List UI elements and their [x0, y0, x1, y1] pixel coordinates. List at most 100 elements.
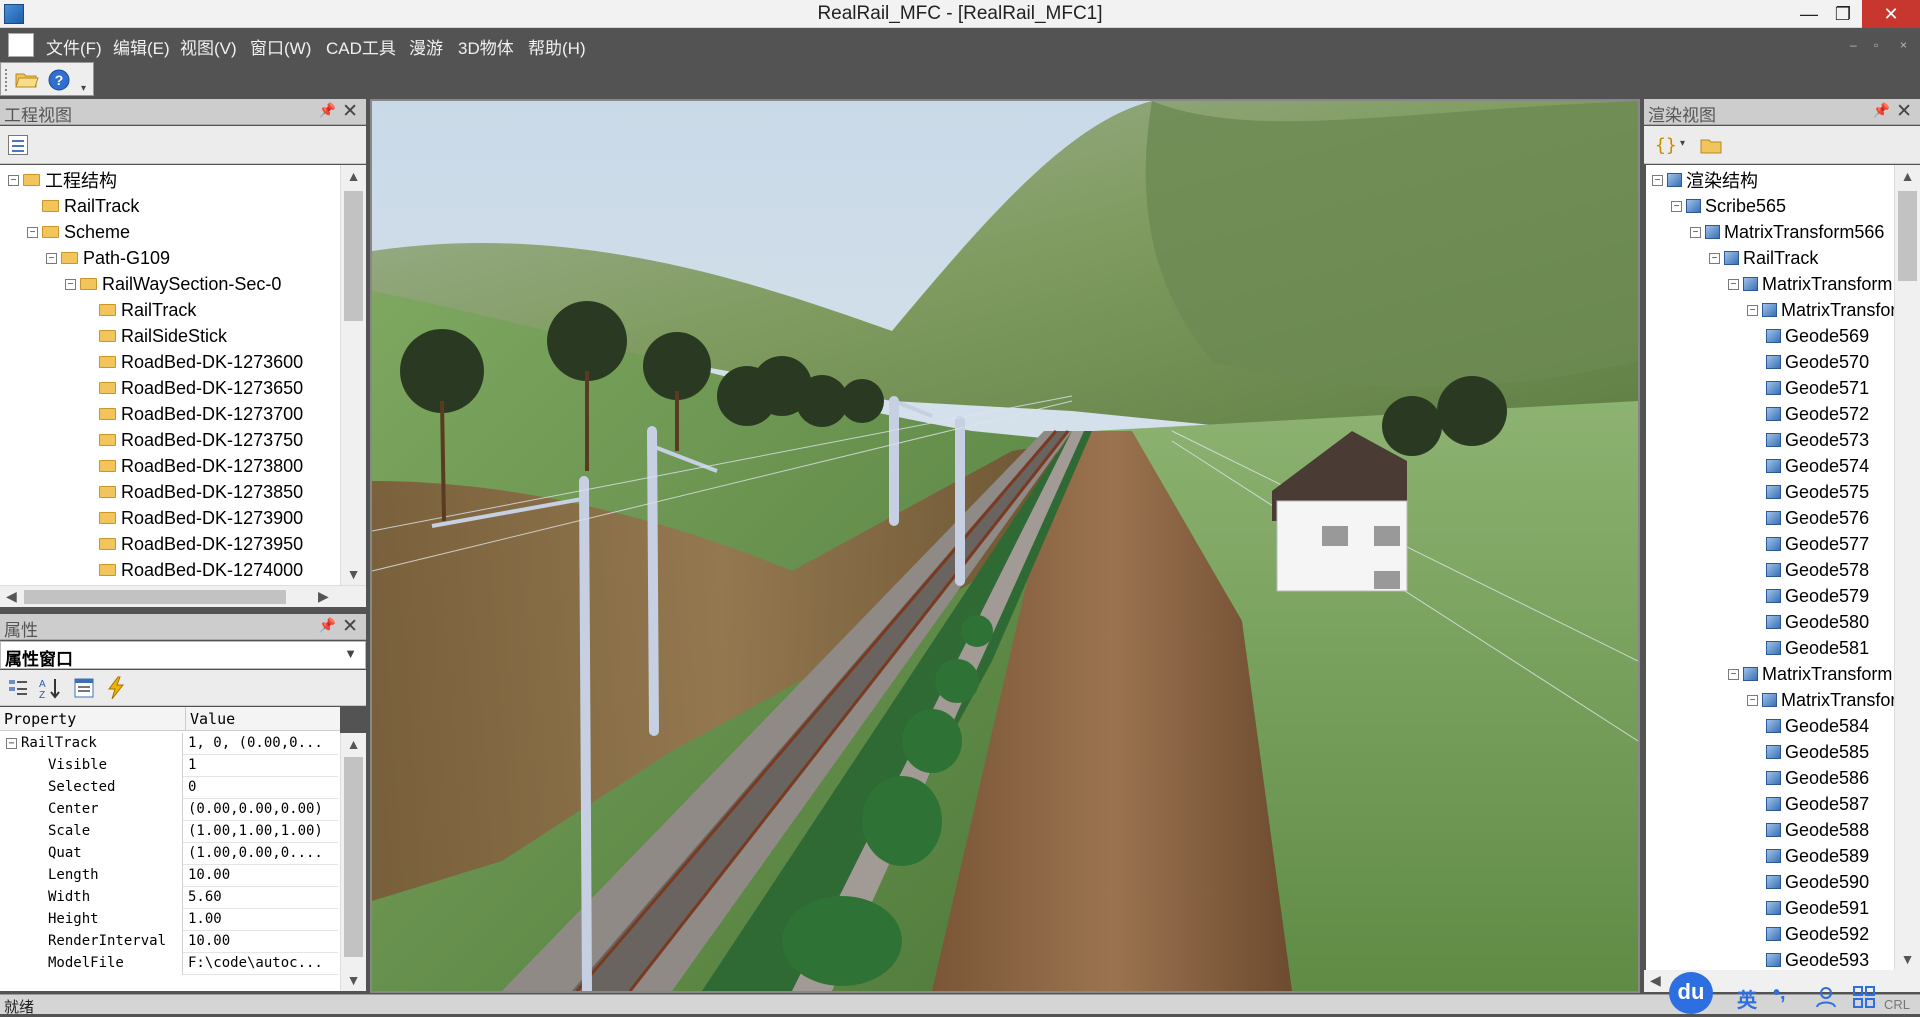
new-folder-icon[interactable] [1700, 136, 1724, 155]
render-tree-node[interactable]: − MatrixTransform [1728, 271, 1892, 297]
render-tree[interactable]: − 渲染结构 − Scribe565− MatrixTransform566− RailT… [1646, 165, 1894, 970]
pin-icon[interactable]: 📌 [1873, 102, 1890, 119]
column-divider[interactable] [185, 707, 186, 731]
collapse-icon[interactable]: − [6, 737, 17, 749]
toolbar-overflow-icon[interactable]: ▾ [81, 83, 86, 94]
scroll-up-icon[interactable]: ▲ [341, 168, 366, 184]
scroll-down-icon[interactable]: ▼ [341, 566, 366, 582]
render-tree-node[interactable]: Geode590 [1766, 869, 1869, 895]
chevron-down-icon[interactable]: ▾ [1680, 138, 1685, 149]
scroll-thumb[interactable] [1898, 191, 1917, 281]
tree-node[interactable]: RailTrack [84, 297, 196, 323]
project-tree[interactable]: − 工程结构 RailTrack − Scheme − Path-G109− RailWayS… [0, 165, 340, 585]
render-tree-node[interactable]: Geode585 [1766, 739, 1869, 765]
collapse-icon[interactable]: − [1728, 668, 1739, 680]
3d-viewport[interactable] [370, 99, 1640, 993]
property-grid[interactable]: Property Value − RailTrack 1, 0, (0.00,0.… [0, 707, 340, 991]
close-panel-icon[interactable]: ✕ [1896, 100, 1912, 123]
property-value[interactable]: 1 [185, 755, 338, 777]
render-tree-node[interactable]: − 渲染结构 [1652, 167, 1758, 193]
tree-node[interactable]: RoadBed-DK-1273850 [84, 479, 303, 505]
tree-node[interactable]: − Path-G109 [46, 245, 170, 271]
property-value[interactable]: F:\code\autoc... [185, 953, 338, 975]
menu-roam[interactable]: 漫游 [409, 34, 443, 59]
close-panel-icon[interactable]: ✕ [342, 615, 358, 638]
scroll-up-icon[interactable]: ▲ [341, 736, 366, 752]
property-row[interactable]: Length 10.00 [0, 865, 338, 887]
property-value[interactable]: 1.00 [185, 909, 338, 931]
tree-node[interactable]: − RailWaySection-Sec-0 [65, 271, 281, 297]
user-icon[interactable] [1815, 986, 1837, 1008]
render-tree-node[interactable]: Geode591 [1766, 895, 1869, 921]
tree-node[interactable]: − 工程结构 [8, 167, 117, 193]
pin-icon[interactable]: 📌 [319, 617, 336, 634]
mdi-minimize-button[interactable]: – [1850, 38, 1857, 52]
property-row[interactable]: Quat (1.00,0.00,0.... [0, 843, 338, 865]
collapse-icon[interactable]: − [1747, 694, 1758, 706]
tree-node[interactable]: RoadBed-DK-1273700 [84, 401, 303, 427]
render-tree-node[interactable]: Geode579 [1766, 583, 1869, 609]
help-icon[interactable]: ? [48, 69, 70, 91]
collapse-icon[interactable]: − [1709, 252, 1720, 264]
scroll-thumb[interactable] [344, 191, 363, 321]
restore-button[interactable]: ❐ [1820, 0, 1866, 28]
class-icon[interactable]: {} [1654, 134, 1677, 156]
render-tree-node[interactable]: Geode576 [1766, 505, 1869, 531]
property-value[interactable]: (1.00,0.00,0.... [185, 843, 338, 865]
property-value[interactable]: (1.00,1.00,1.00) [185, 821, 338, 843]
render-tree-node[interactable]: Geode589 [1766, 843, 1869, 869]
tree-node[interactable]: RoadBed-DK-1273600 [84, 349, 303, 375]
pin-icon[interactable]: 📌 [319, 102, 336, 119]
ime-toolbar[interactable]: du 英 •, [1665, 972, 1920, 1014]
render-tree-node[interactable]: Geode588 [1766, 817, 1869, 843]
render-tree-node[interactable]: − MatrixTransform [1747, 297, 1894, 323]
mdi-close-button[interactable]: × [1900, 38, 1907, 52]
ime-lang-toggle[interactable]: 英 [1737, 984, 1757, 1013]
property-group-row[interactable]: − RailTrack 1, 0, (0.00,0... [0, 733, 338, 755]
tree-node[interactable]: − Scheme [27, 219, 130, 245]
open-folder-icon[interactable] [15, 70, 39, 89]
collapse-icon[interactable]: − [65, 278, 76, 290]
close-panel-icon[interactable]: ✕ [342, 100, 358, 123]
render-tree-node[interactable]: Geode575 [1766, 479, 1869, 505]
project-tree-vscroll[interactable]: ▲ ▼ [340, 165, 366, 585]
hscroll-thumb[interactable] [24, 590, 286, 604]
ime-punct-toggle[interactable]: •, [1773, 982, 1786, 1005]
property-row[interactable]: Height 1.00 [0, 909, 338, 931]
collapse-icon[interactable]: − [46, 252, 57, 264]
render-tree-node[interactable]: Geode593 [1766, 947, 1869, 970]
render-tree-node[interactable]: − MatrixTransform [1747, 687, 1894, 713]
render-tree-node[interactable]: Geode584 [1766, 713, 1869, 739]
scroll-down-icon[interactable]: ▼ [341, 972, 366, 988]
render-tree-node[interactable]: Geode570 [1766, 349, 1869, 375]
render-tree-node[interactable]: Geode572 [1766, 401, 1869, 427]
document-icon[interactable] [8, 33, 34, 57]
render-tree-node[interactable]: Geode581 [1766, 635, 1869, 661]
col-property[interactable]: Property [4, 710, 76, 728]
scroll-left-icon[interactable]: ◀ [1650, 972, 1661, 989]
menu-file[interactable]: 文件(F) [46, 34, 102, 59]
render-tree-node[interactable]: Geode586 [1766, 765, 1869, 791]
menu-cad-tools[interactable]: CAD工具 [326, 34, 396, 59]
tree-node[interactable]: RoadBed-DK-1273650 [84, 375, 303, 401]
property-row[interactable]: Visible 1 [0, 755, 338, 777]
tree-node[interactable]: RoadBed-DK-1273750 [84, 427, 303, 453]
tree-node[interactable]: RailSideStick [84, 323, 227, 349]
categorized-icon[interactable] [8, 678, 28, 698]
collapse-icon[interactable]: − [1671, 200, 1682, 212]
collapse-icon[interactable]: − [1728, 278, 1739, 290]
mdi-restore-button[interactable]: ▫ [1874, 38, 1878, 52]
render-tree-vscroll[interactable]: ▲ ▼ [1894, 165, 1920, 970]
toolbar-grip[interactable] [5, 69, 7, 91]
menu-help[interactable]: 帮助(H) [528, 34, 586, 59]
grid-menu-icon[interactable] [1853, 986, 1875, 1008]
project-tree-hscroll[interactable]: ◀ ▶ [0, 585, 366, 607]
property-row[interactable]: Center (0.00,0.00,0.00) [0, 799, 338, 821]
collapse-icon[interactable]: − [8, 174, 19, 186]
tree-node[interactable]: RoadBed-DK-1274000 [84, 557, 303, 583]
tree-node[interactable]: RoadBed-DK-1273900 [84, 505, 303, 531]
scroll-up-icon[interactable]: ▲ [1895, 168, 1920, 184]
render-tree-node[interactable]: − Scribe565 [1671, 193, 1786, 219]
collapse-icon[interactable]: − [1747, 304, 1758, 316]
collapse-icon[interactable]: − [27, 226, 38, 238]
